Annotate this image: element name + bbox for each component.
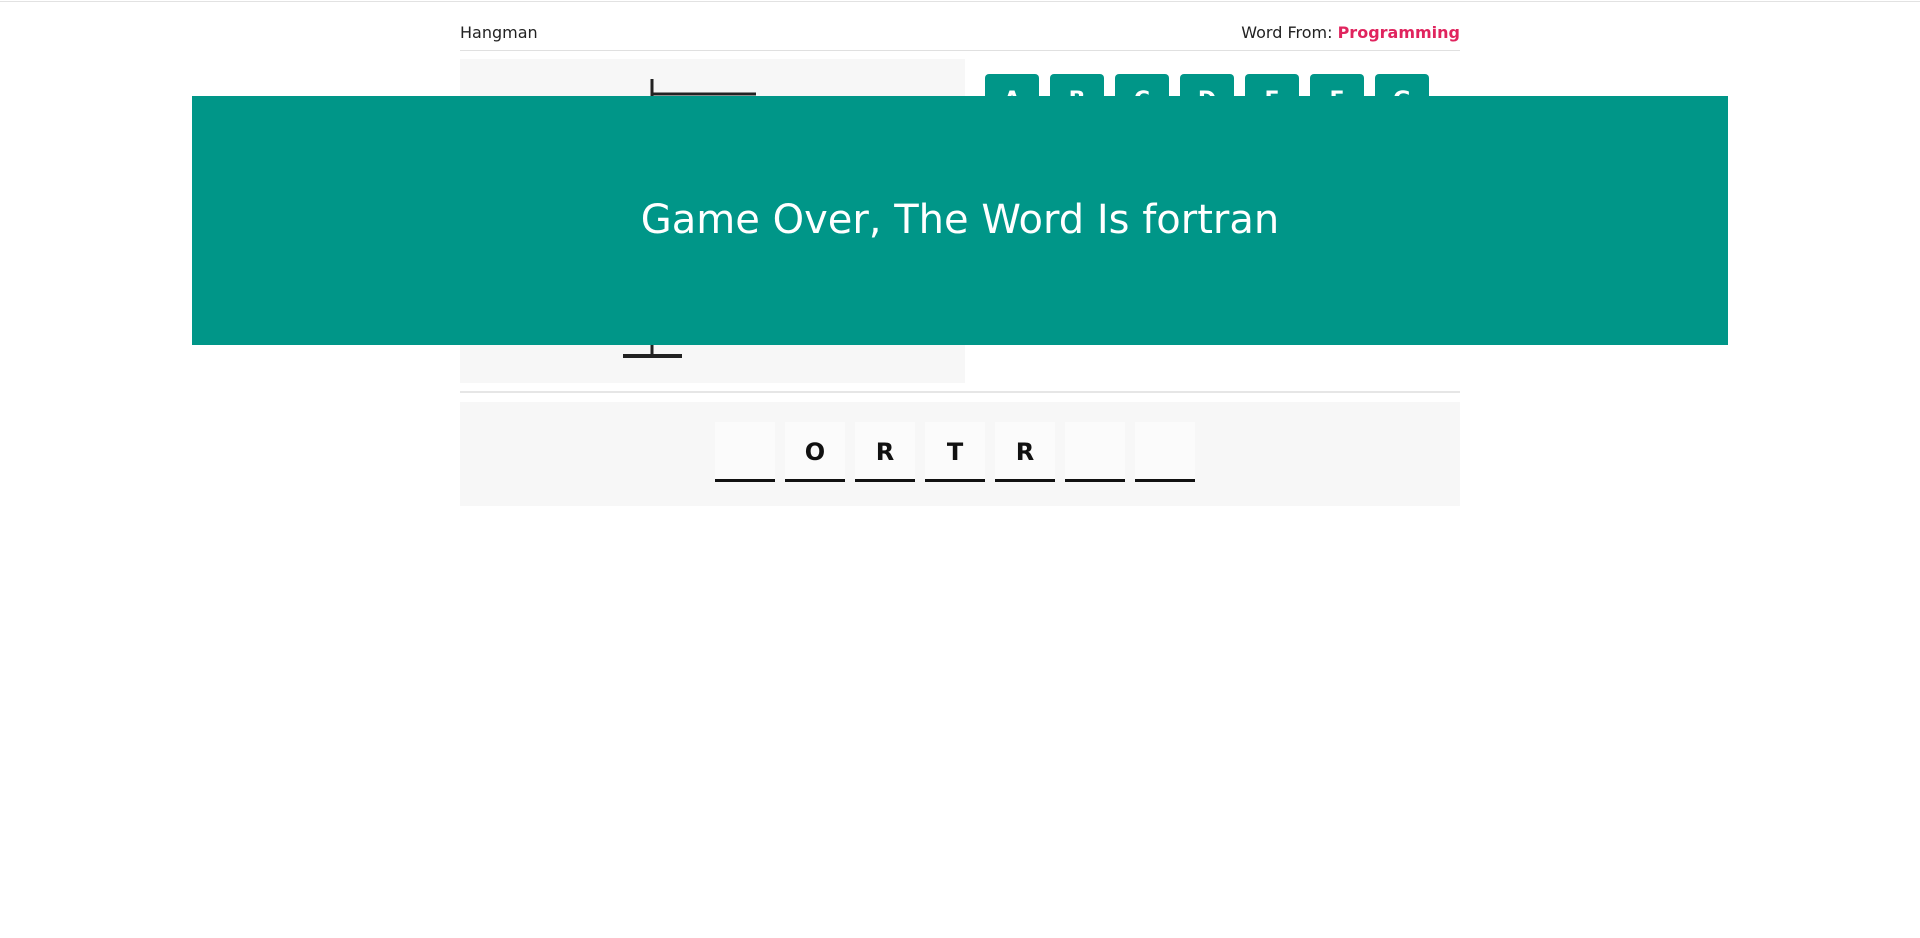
- letter-slot: [1135, 422, 1195, 482]
- divider: [460, 391, 1460, 393]
- letter-slot: R: [855, 422, 915, 482]
- letter-slot: R: [995, 422, 1055, 482]
- game-over-banner: Game Over, The Word Is fortran: [192, 96, 1728, 345]
- letter-slot: T: [925, 422, 985, 482]
- word-panel: O R T R: [460, 402, 1460, 506]
- word-source-label: Word From:: [1241, 23, 1338, 42]
- header: Hangman Word From: Programming: [460, 20, 1460, 51]
- top-rule: [0, 1, 1920, 2]
- letter-slot: [1065, 422, 1125, 482]
- word-source: Word From: Programming: [1241, 23, 1460, 42]
- app-title: Hangman: [460, 23, 538, 42]
- letter-slot: [715, 422, 775, 482]
- word-category: Programming: [1337, 23, 1460, 42]
- game-over-message: Game Over, The Word Is fortran: [640, 197, 1280, 243]
- letter-slot: O: [785, 422, 845, 482]
